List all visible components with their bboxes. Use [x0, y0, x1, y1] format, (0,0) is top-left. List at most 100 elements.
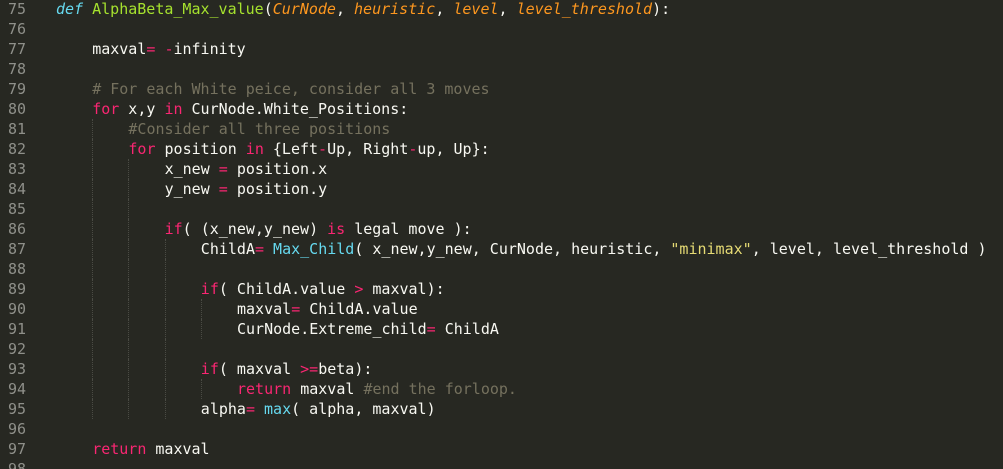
code-token: ChildA — [200, 240, 255, 258]
code-line[interactable]: 88 — [0, 259, 1003, 279]
code-token: if — [200, 360, 219, 378]
line-number: 82 — [7, 140, 26, 158]
indent-guide — [200, 319, 202, 339]
line-number: 75 — [7, 0, 26, 18]
code-line[interactable]: 86 if( (x_new,y_new) is legal move ): — [0, 219, 1003, 239]
code-token: , — [498, 0, 517, 18]
code-token: maxval — [146, 440, 210, 458]
code-token: ( x_new,y_new, CurNode, heuristic, — [354, 240, 671, 258]
code-line[interactable]: 91 CurNode.Extreme_child= ChildA — [0, 319, 1003, 339]
code-line[interactable]: 96 — [0, 419, 1003, 439]
code-text: for position in {Left-Up, Right-up, Up}: — [128, 139, 489, 159]
code-text: #Consider all three positions — [128, 119, 390, 139]
code-token: if — [164, 220, 183, 238]
code-token: Max_Child — [273, 240, 355, 258]
line-number: 80 — [7, 100, 26, 118]
code-token: for — [128, 140, 156, 158]
code-line[interactable]: 98 — [0, 459, 1003, 469]
code-token: #Consider all three positions — [128, 120, 391, 138]
code-line[interactable]: 85 — [0, 199, 1003, 219]
indent-guide — [128, 299, 130, 319]
code-text: def AlphaBeta_Max_value(CurNode, heurist… — [56, 0, 670, 19]
indent-guide — [128, 319, 130, 339]
indent-guide — [200, 299, 202, 319]
code-text: if( maxval >=beta): — [201, 359, 373, 379]
code-token: #end the forloop. — [363, 380, 517, 398]
code-token: , — [435, 0, 454, 18]
line-number: 87 — [7, 240, 26, 258]
code-token: is — [327, 220, 346, 238]
code-token: return — [237, 380, 292, 398]
code-token: = — [291, 300, 301, 318]
code-token: Up, Right — [327, 140, 409, 158]
indent-guide — [128, 279, 130, 299]
code-line[interactable]: 80 for x,y in CurNode.White_Positions: — [0, 99, 1003, 119]
code-token: maxval): — [363, 280, 445, 298]
indent-guide — [128, 219, 130, 239]
code-line[interactable]: 92 — [0, 339, 1003, 359]
code-token: ChildA — [435, 320, 499, 338]
line-number: 78 — [7, 60, 26, 78]
code-token: ( — [263, 0, 273, 18]
indent-guide — [92, 399, 94, 419]
code-token: infinity — [173, 40, 246, 58]
code-line[interactable]: 81 #Consider all three positions — [0, 119, 1003, 139]
indent-guide — [128, 159, 130, 179]
code-line[interactable]: 94 return maxval #end the forloop. — [0, 379, 1003, 399]
code-token: >= — [300, 360, 319, 378]
code-text: return maxval #end the forloop. — [237, 379, 517, 399]
indent-guide — [164, 399, 166, 419]
indent-guide — [92, 339, 94, 359]
indent-guide — [92, 359, 94, 379]
code-token: ( ChildA.value — [218, 280, 355, 298]
code-token: ChildA.value — [300, 300, 418, 318]
indent-guide — [128, 179, 130, 199]
code-line[interactable]: 83 x_new = position.x — [0, 159, 1003, 179]
line-number: 84 — [7, 180, 26, 198]
code-line[interactable]: 95 alpha= max( alpha, maxval) — [0, 399, 1003, 419]
code-token: {Left — [263, 140, 319, 158]
code-token: "minimax" — [670, 240, 752, 258]
code-line[interactable]: 97 return maxval — [0, 439, 1003, 459]
code-token: position — [155, 140, 246, 158]
indent-guide — [128, 239, 130, 259]
code-line[interactable]: 78 — [0, 59, 1003, 79]
code-token: CurNode — [272, 0, 336, 18]
code-line[interactable]: 84 y_new = position.y — [0, 179, 1003, 199]
indent-guide — [128, 199, 130, 219]
code-token: def — [56, 0, 84, 18]
line-number: 90 — [7, 300, 26, 318]
indent-guide — [164, 359, 166, 379]
code-line[interactable]: 93 if( maxval >=beta): — [0, 359, 1003, 379]
code-token: ( alpha, maxval) — [291, 400, 436, 418]
code-line[interactable]: 79 # For each White peice, consider all 3… — [0, 79, 1003, 99]
code-line[interactable]: 82 for position in {Left-Up, Right-up, Up… — [0, 139, 1003, 159]
line-number: 96 — [7, 420, 26, 438]
code-line[interactable]: 76 — [0, 19, 1003, 39]
code-token: if — [200, 280, 219, 298]
code-token: = — [254, 240, 265, 258]
code-token: = — [245, 400, 255, 418]
code-token: CurNode.White_Positions: — [182, 100, 409, 118]
code-text: maxval= -infinity — [92, 39, 246, 59]
code-token: level_threshold — [516, 0, 653, 18]
line-number: 88 — [7, 260, 26, 278]
code-token: ( maxval — [218, 360, 301, 378]
code-token: max — [264, 400, 292, 418]
indent-guide — [128, 339, 130, 359]
indent-guide — [164, 239, 166, 259]
code-editor[interactable]: 75 def AlphaBeta_Max_value(CurNode, heuri… — [0, 0, 1003, 469]
code-text: if( ChildA.value > maxval): — [201, 279, 445, 299]
code-line[interactable]: 87 ChildA= Max_Child( x_new,y_new, CurNod… — [0, 239, 1003, 259]
code-text: y_new = position.y — [165, 179, 328, 199]
line-number: 93 — [7, 360, 26, 378]
indent-guide — [92, 259, 94, 279]
code-line[interactable]: 75 def AlphaBeta_Max_value(CurNode, heuri… — [0, 0, 1003, 19]
code-line[interactable]: 77 maxval= -infinity — [0, 39, 1003, 59]
code-line[interactable]: 90 maxval= ChildA.value — [0, 299, 1003, 319]
code-line[interactable]: 89 if( ChildA.value > maxval): — [0, 279, 1003, 299]
line-number: 83 — [7, 160, 26, 178]
